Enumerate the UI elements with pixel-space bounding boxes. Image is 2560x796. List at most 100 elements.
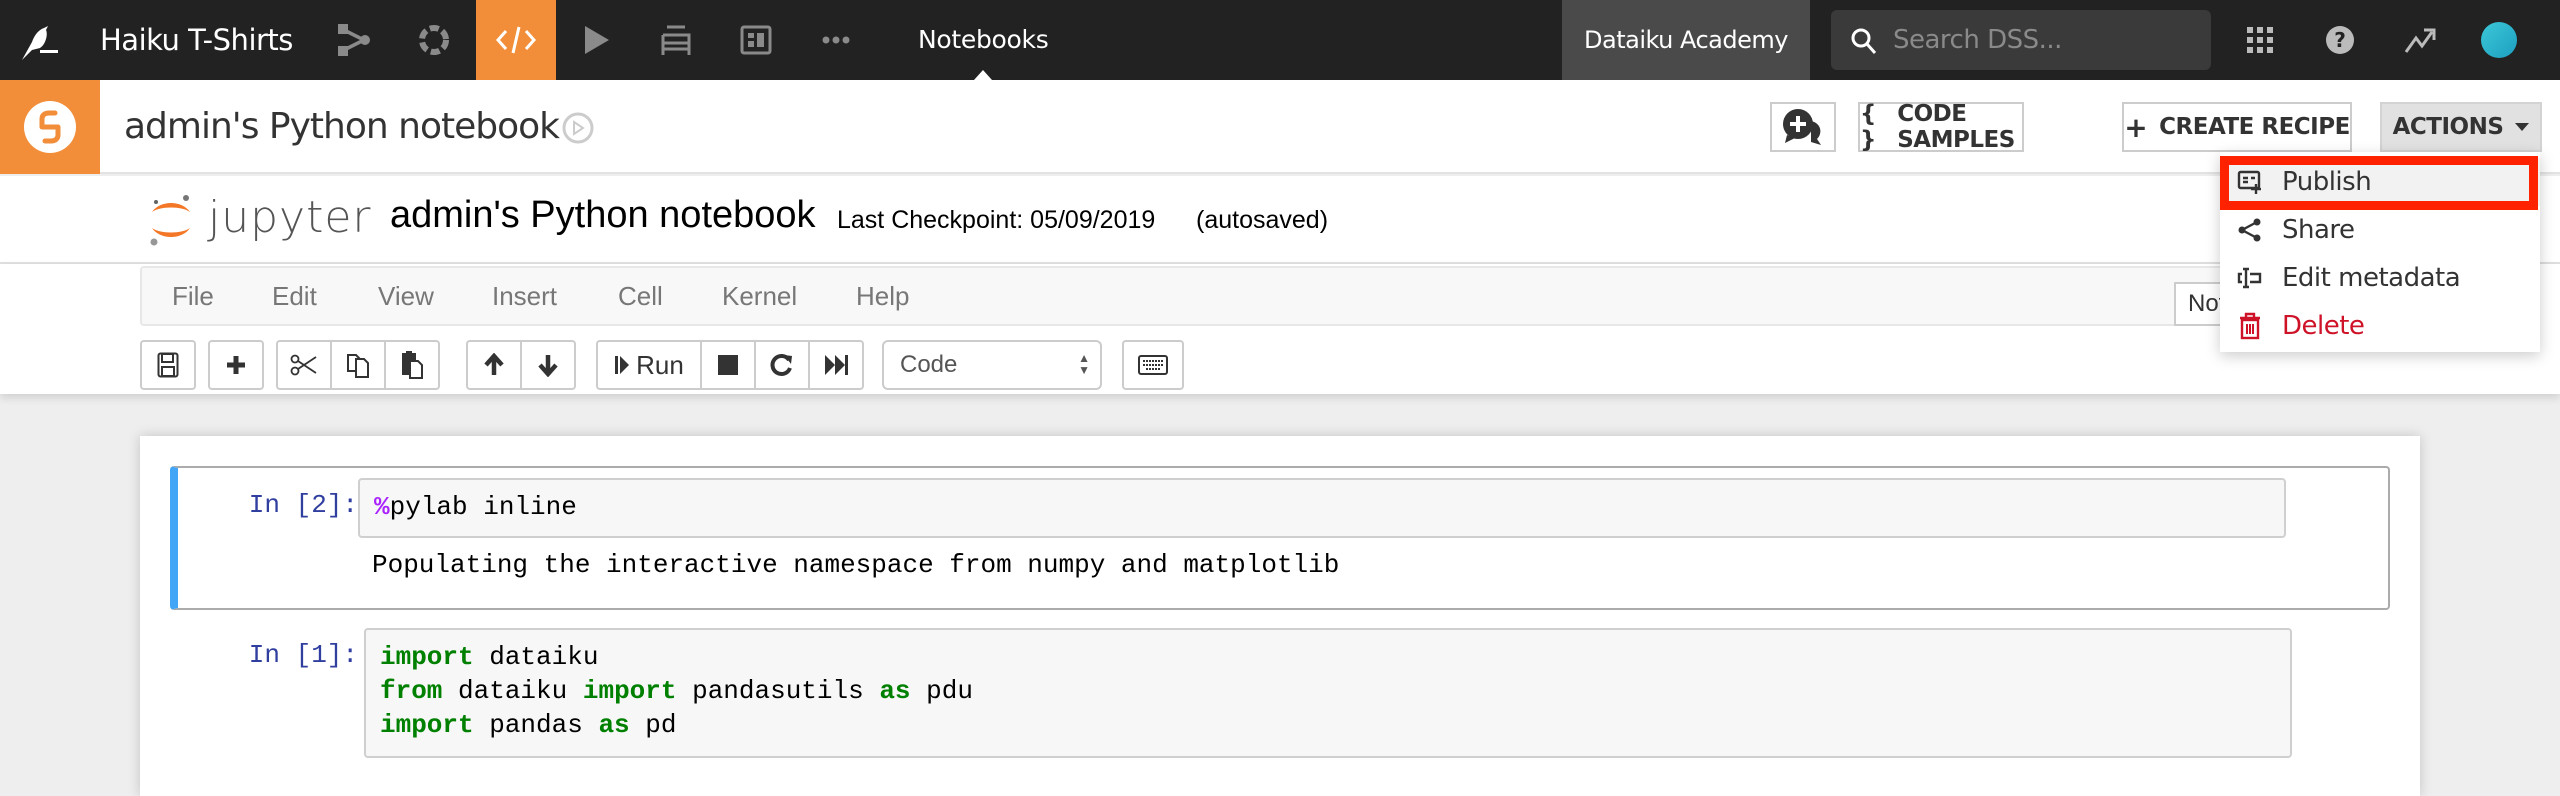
code-cell[interactable]: In [1]: import dataiku from dataiku impor…	[170, 618, 2390, 758]
move-up-button[interactable]	[466, 340, 522, 390]
project-name[interactable]: Haiku T-Shirts	[100, 0, 293, 80]
apps-grid-icon[interactable]	[2240, 20, 2280, 60]
cut-button[interactable]	[276, 340, 332, 390]
dataiku-bird-logo-icon[interactable]	[18, 20, 60, 62]
discussion-add-icon	[1783, 109, 1821, 145]
code-samples-button[interactable]: { } CODE SAMPLES	[1858, 101, 2024, 153]
search-box[interactable]	[1831, 10, 2211, 70]
arrow-up-icon	[484, 353, 504, 375]
activity-icon[interactable]	[2400, 20, 2440, 60]
code-keyword: import	[380, 642, 474, 672]
current-section-label[interactable]: Notebooks	[918, 0, 1049, 80]
restart-run-all-button[interactable]	[808, 340, 864, 390]
toolbar-run-group: Run	[596, 340, 864, 390]
cell-type-value: Code	[900, 351, 958, 378]
command-palette-button[interactable]	[1122, 340, 1184, 390]
move-down-button[interactable]	[520, 340, 576, 390]
copy-button[interactable]	[330, 340, 386, 390]
jupyter-notebook-name[interactable]: admin's Python notebook	[390, 194, 816, 237]
python-notebook-icon	[0, 80, 100, 174]
edit-metadata-icon	[2232, 265, 2268, 291]
menu-insert[interactable]: Insert	[492, 268, 557, 324]
cell-input[interactable]: %pylab inline	[358, 478, 2286, 538]
code-token: pandasutils	[676, 676, 880, 706]
search-input[interactable]	[1893, 10, 2193, 70]
paste-button[interactable]	[384, 340, 440, 390]
user-avatar[interactable]	[2481, 22, 2517, 58]
actions-label: ACTIONS	[2392, 114, 2504, 140]
jupyter-logo-text: jupyter	[208, 192, 372, 243]
publish-icon	[2232, 169, 2268, 195]
share-icon	[2232, 217, 2268, 243]
plus-icon: +	[2124, 110, 2148, 144]
menu-help[interactable]: Help	[856, 268, 909, 324]
cell-output: Populating the interactive namespace fro…	[372, 550, 1340, 580]
recipes-cycle-icon[interactable]	[394, 0, 474, 80]
autosave-status: (autosaved)	[1196, 206, 1329, 234]
toolbar-move-group	[466, 340, 576, 390]
scissors-icon	[290, 354, 317, 376]
code-icon[interactable]	[476, 0, 556, 80]
actions-dropdown-menu: Publish Share Edit metadata Delete	[2220, 152, 2540, 352]
code-keyword: import	[380, 710, 474, 740]
menu-item-label: Publish	[2282, 167, 2372, 197]
code-token: dataiku	[442, 676, 583, 706]
notebook-tag-icon[interactable]	[562, 112, 594, 149]
insert-cell-button[interactable]	[208, 340, 264, 390]
run-button[interactable]: Run	[596, 340, 702, 390]
arrow-down-icon	[538, 355, 558, 377]
create-recipe-button[interactable]: + CREATE RECIPE	[2122, 102, 2352, 152]
cell-input[interactable]: import dataiku from dataiku import pandas…	[364, 628, 2292, 758]
dataiku-academy-link[interactable]: Dataiku Academy	[1562, 0, 1810, 80]
code-keyword: as	[598, 710, 630, 740]
step-forward-icon	[615, 356, 630, 374]
stop-icon	[718, 355, 738, 375]
code-text: pylab inline	[389, 492, 577, 522]
code-line: import pandas as pd	[380, 708, 2276, 742]
menu-item-edit-metadata[interactable]: Edit metadata	[2220, 254, 2540, 302]
code-keyword: as	[879, 676, 911, 706]
code-samples-label: CODE SAMPLES	[1897, 101, 2015, 153]
code-token: pandas	[473, 710, 599, 740]
menu-cell[interactable]: Cell	[618, 268, 663, 324]
menu-item-delete[interactable]: Delete	[2220, 302, 2540, 350]
run-jobs-icon[interactable]	[556, 0, 636, 80]
code-keyword: from	[380, 676, 443, 706]
help-icon[interactable]: ?	[2320, 20, 2360, 60]
paste-icon	[402, 351, 423, 379]
jupyter-logo-icon[interactable]	[146, 186, 196, 257]
last-checkpoint: Last Checkpoint: 05/09/2019	[837, 206, 1156, 234]
jupyter-menubar: File Edit View Insert Cell Kernel Help N…	[140, 266, 2440, 326]
code-token: pdu	[910, 676, 973, 706]
plus-icon	[227, 356, 245, 374]
code-token: pd	[629, 710, 677, 740]
cell-type-select[interactable]: Code ▲ ▼	[882, 340, 1102, 390]
dashboard-icon[interactable]	[716, 0, 796, 80]
code-cell-selected[interactable]: In [2]: %pylab inline Populating the int…	[170, 466, 2390, 610]
code-line: from dataiku import pandasutils as pdu	[380, 674, 2276, 708]
menu-edit[interactable]: Edit	[272, 268, 317, 324]
notebook-title[interactable]: admin's Python notebook	[124, 80, 560, 174]
menu-item-publish[interactable]: Publish	[2220, 158, 2540, 206]
cell-prompt: In [1]:	[248, 640, 358, 670]
toolbar-clipboard-group	[276, 340, 440, 390]
notebook-page: In [2]: %pylab inline Populating the int…	[140, 436, 2420, 796]
menu-item-share[interactable]: Share	[2220, 206, 2540, 254]
more-icon[interactable]	[796, 0, 876, 80]
interrupt-kernel-button[interactable]	[700, 340, 756, 390]
discussions-button[interactable]	[1770, 102, 1836, 152]
menu-file[interactable]: File	[172, 268, 214, 324]
keyboard-icon	[1138, 355, 1168, 375]
menu-kernel[interactable]: Kernel	[722, 268, 797, 324]
menu-item-label: Edit metadata	[2282, 263, 2461, 293]
datasets-stack-icon[interactable]	[636, 0, 716, 80]
restart-kernel-button[interactable]	[754, 340, 810, 390]
toolbar-save-group	[140, 340, 196, 390]
svg-text:?: ?	[2334, 28, 2346, 52]
jupyter-header: jupyter admin's Python notebook Last Che…	[0, 176, 2560, 264]
flow-icon[interactable]	[314, 0, 394, 80]
magic-percent: %	[374, 492, 390, 522]
save-button[interactable]	[140, 340, 196, 390]
menu-view[interactable]: View	[378, 268, 434, 324]
actions-button[interactable]: ACTIONS	[2380, 102, 2542, 152]
